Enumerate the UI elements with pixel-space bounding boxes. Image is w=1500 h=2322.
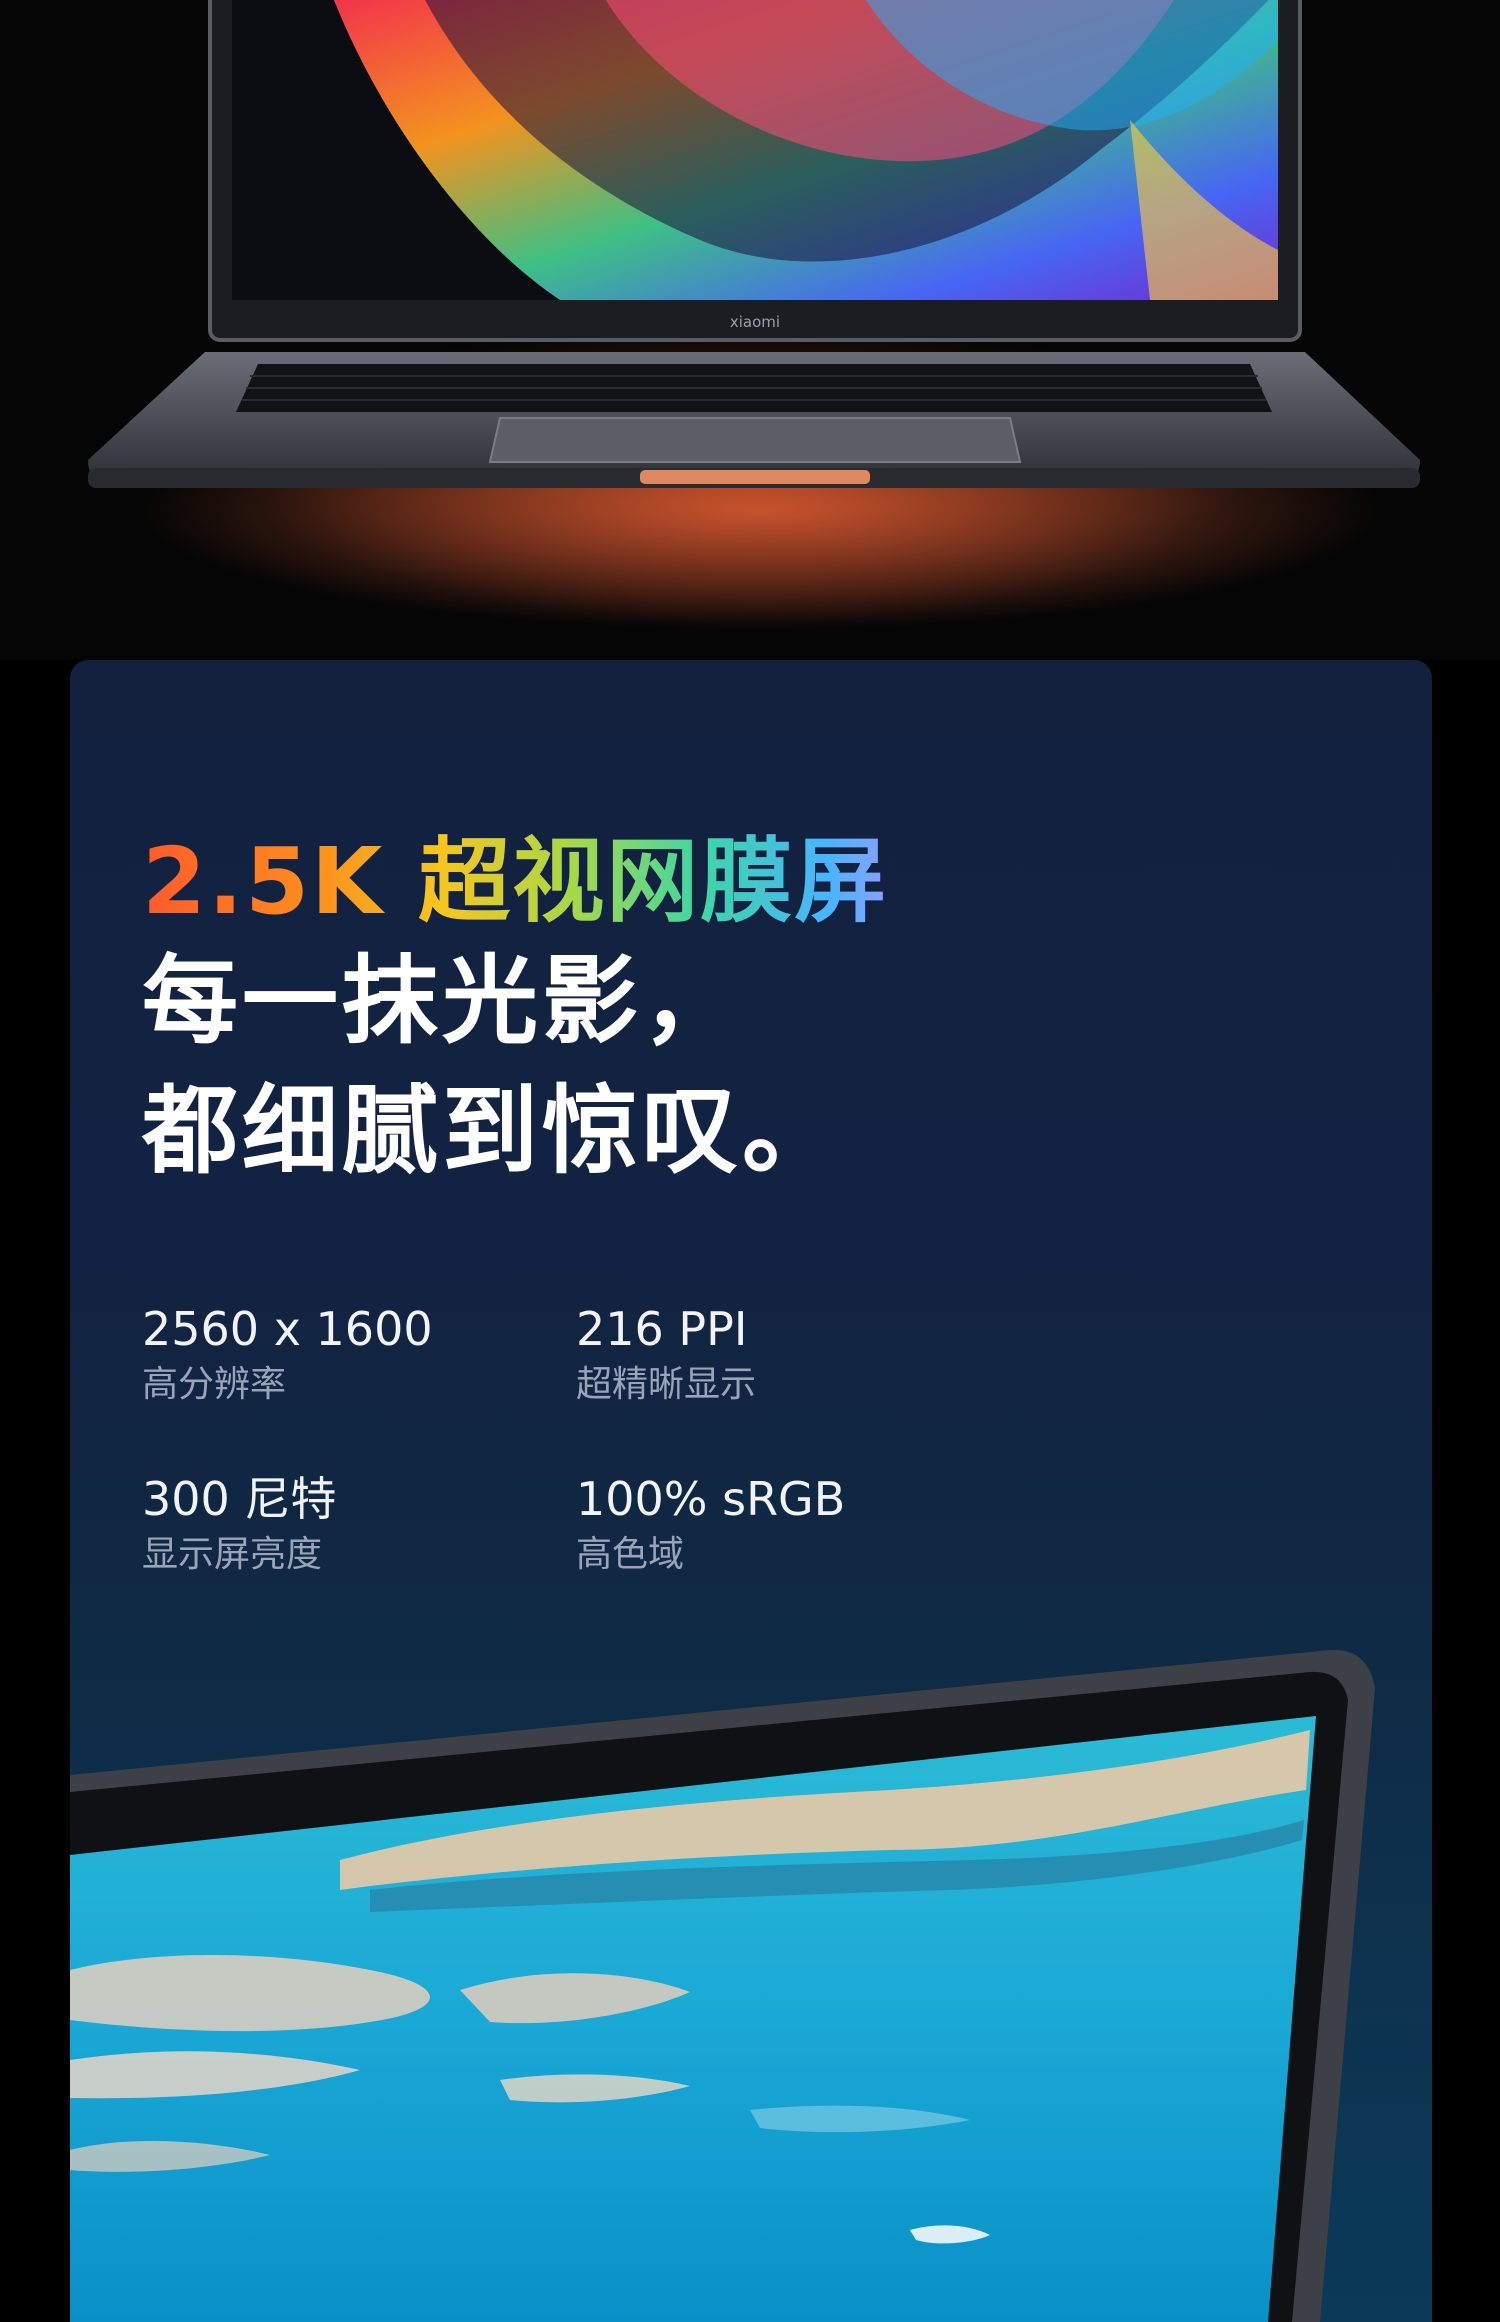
spec-value: 300 尼特 [142,1472,337,1526]
laptop-hero-image: xiaomi [88,0,1420,630]
spec-label: 显示屏亮度 [142,1534,323,1575]
spec-label: 高色域 [576,1534,685,1575]
spec-value: 100% sRGB [576,1472,846,1526]
spec-ppi: 216 PPI 超精晰显示 [576,1300,756,1408]
spec-color-gamut: 100% sRGB 高色域 [576,1470,845,1578]
display-title: 2.5K 超视网膜屏 [142,828,889,935]
hero-section: xiaomi [0,0,1500,660]
headline: 2.5K 超视网膜屏 每一抹光影， 都细腻到惊叹。 [142,828,888,1196]
spec-brightness: 300 尼特 显示屏亮度 [142,1470,336,1578]
laptop-screen-closeup-image [70,1650,1375,2322]
spec-resolution: 2560 x 1600 高分辨率 [142,1300,433,1408]
brand-logo-text: xiaomi [730,313,780,331]
spec-value: 2560 x 1600 [142,1302,433,1356]
tagline-line-1: 每一抹光影， [142,945,742,1057]
spec-value: 216 PPI [576,1302,748,1356]
spec-label: 超精晰显示 [576,1364,757,1405]
display-feature-panel: 2.5K 超视网膜屏 每一抹光影， 都细腻到惊叹。 2560 x 1600 高分… [70,660,1432,2322]
tagline-line-2: 都细腻到惊叹。 [142,1075,842,1187]
spec-label: 高分辨率 [142,1364,287,1405]
